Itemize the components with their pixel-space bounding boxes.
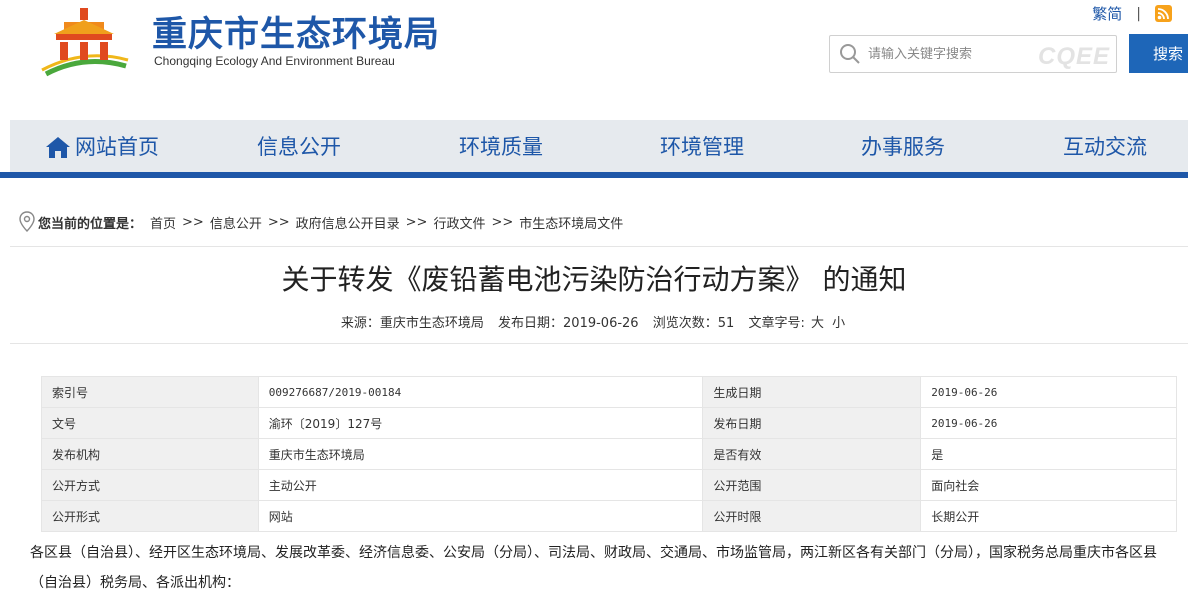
site-header: 重庆市生态环境局 Chongqing Ecology And Environme… <box>0 0 1188 120</box>
article-meta: 来源：重庆市生态环境局 发布日期：2019-06-26 浏览次数：51 文章字号… <box>0 312 1188 331</box>
breadcrumb-info-disclosure[interactable]: 信息公开 <box>210 213 262 232</box>
breadcrumb-separator: >> <box>182 214 204 230</box>
breadcrumb-label: 您当前的位置是： <box>38 216 143 232</box>
info-key: 公开时限 <box>702 500 922 532</box>
info-key: 发布机构 <box>41 438 259 470</box>
info-value: 渝环〔2019〕127号 <box>257 407 704 439</box>
traditional-simplified-link[interactable]: 繁简 <box>1092 3 1122 24</box>
table-row: 发布机构 重庆市生态环境局 是否有效 是 <box>41 438 1177 470</box>
main-nav: 网站首页 信息公开 环境质量 环境管理 办事服务 互动交流 <box>10 120 1188 174</box>
nav-item-environment-management[interactable]: 环境管理 <box>660 120 744 174</box>
nav-item-label: 互动交流 <box>1063 135 1147 159</box>
info-value: 重庆市生态环境局 <box>257 438 704 470</box>
article-title: 关于转发《废铅蓄电池污染防治行动方案》 的通知 <box>281 263 907 296</box>
breadcrumb: 您当前的位置是： 首页 >> 信息公开 >> 政府信息公开目录 >> 行政文件 … <box>18 211 623 233</box>
search-box: CQEE <box>829 35 1117 73</box>
breadcrumb-catalog[interactable]: 政府信息公开目录 <box>296 213 400 232</box>
table-row: 索引号 009276687/2019-00184 生成日期 2019-06-26 <box>41 376 1177 408</box>
info-key: 文号 <box>41 407 259 439</box>
meta-source: 来源：重庆市生态环境局 <box>340 316 484 331</box>
table-row: 公开形式 网站 公开时限 长期公开 <box>41 500 1177 532</box>
info-value: 网站 <box>257 500 704 532</box>
info-value: 主动公开 <box>257 469 704 501</box>
table-row: 公开方式 主动公开 公开范围 面向社会 <box>41 469 1177 501</box>
breadcrumb-bureau-docs[interactable]: 市生态环境局文件 <box>519 213 623 232</box>
meta-date: 发布日期：2019-06-26 <box>498 316 639 331</box>
nav-item-info-disclosure[interactable]: 信息公开 <box>257 120 341 174</box>
info-key: 发布日期 <box>702 407 922 439</box>
breadcrumb-admin-docs[interactable]: 行政文件 <box>433 213 485 232</box>
breadcrumb-separator: >> <box>267 214 290 230</box>
meta-views: 浏览次数：51 <box>652 316 735 331</box>
font-small-button[interactable]: 小 <box>832 316 845 331</box>
search-input[interactable] <box>868 36 1018 72</box>
document-info-table: 索引号 009276687/2019-00184 生成日期 2019-06-26… <box>41 376 1177 532</box>
info-value: 长期公开 <box>920 500 1177 532</box>
info-value: 是 <box>920 438 1177 470</box>
nav-item-label: 信息公开 <box>257 135 341 159</box>
nav-item-label: 环境管理 <box>660 135 744 159</box>
info-key: 公开范围 <box>702 469 922 501</box>
site-subtitle: Chongqing Ecology And Environment Bureau <box>154 54 395 68</box>
info-key: 公开方式 <box>41 469 259 501</box>
rss-icon[interactable] <box>1155 5 1172 22</box>
location-pin-icon <box>19 211 35 232</box>
top-links-separator: | <box>1136 5 1141 22</box>
meta-font-size: 文章字号: 大 小 <box>748 316 846 331</box>
breadcrumb-separator: >> <box>405 214 428 230</box>
font-large-button[interactable]: 大 <box>811 316 824 331</box>
info-key: 生成日期 <box>702 376 922 408</box>
nav-item-label: 网站首页 <box>75 135 159 159</box>
search-watermark: CQEE <box>1037 43 1110 70</box>
info-key: 公开形式 <box>41 500 259 532</box>
table-row: 文号 渝环〔2019〕127号 发布日期 2019-06-26 <box>41 407 1177 439</box>
info-value: 面向社会 <box>920 469 1177 501</box>
breadcrumb-separator: >> <box>491 214 514 230</box>
search-button[interactable]: 搜索 <box>1129 34 1188 73</box>
meta-divider <box>10 343 1188 344</box>
site-title: 重庆市生态环境局 <box>152 15 441 55</box>
article-body: 各区县（自治县）、经开区生态环境局、发展改革委、经济信息委、公安局（分局）、司法… <box>30 545 1157 591</box>
top-links: 繁简 | <box>1092 3 1172 24</box>
nav-item-label: 环境质量 <box>459 135 543 159</box>
nav-underline <box>0 172 1188 178</box>
info-value: 009276687/2019-00184 <box>257 376 704 408</box>
search-icon <box>840 44 860 64</box>
nav-item-environment-quality[interactable]: 环境质量 <box>459 120 543 174</box>
info-key: 是否有效 <box>702 438 922 470</box>
info-key: 索引号 <box>41 376 259 408</box>
info-value: 2019-06-26 <box>920 376 1177 408</box>
home-icon <box>46 137 70 158</box>
nav-item-home[interactable]: 网站首页 <box>45 120 159 174</box>
bureau-logo-icon[interactable] <box>36 4 132 80</box>
nav-item-label: 办事服务 <box>861 135 945 159</box>
breadcrumb-divider <box>10 246 1188 247</box>
nav-item-interaction[interactable]: 互动交流 <box>1063 120 1147 174</box>
info-value: 2019-06-26 <box>920 407 1177 439</box>
nav-item-services[interactable]: 办事服务 <box>861 120 945 174</box>
breadcrumb-home[interactable]: 首页 <box>150 213 176 232</box>
